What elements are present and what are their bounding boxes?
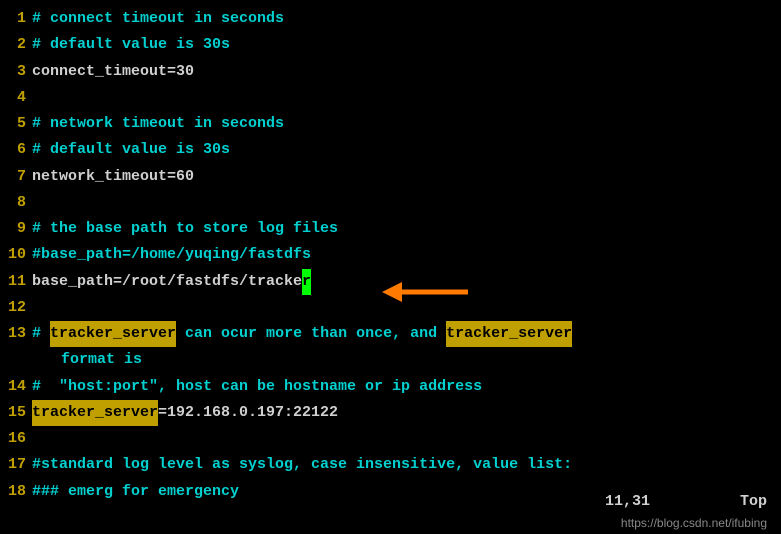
watermark: https://blog.csdn.net/ifubing [621,516,767,530]
line-number: 10 [0,242,32,268]
config-text: base_path=/root/fastdfs/tracke [32,269,302,295]
search-highlight: tracker_server [446,321,572,347]
comment-text: can ocur more than once, and [176,321,446,347]
config-text: network_timeout=60 [32,164,194,190]
code-line: 7 network_timeout=60 [0,164,781,190]
code-line: 3 connect_timeout=30 [0,59,781,85]
line-number: 4 [0,85,32,111]
line-number: 5 [0,111,32,137]
line-number: 8 [0,190,32,216]
code-line: 15 tracker_server=192.168.0.197:22122 [0,400,781,426]
search-highlight: tracker_server [50,321,176,347]
line-number: 17 [0,452,32,478]
code-line: 6 # default value is 30s [0,137,781,163]
line-number: 6 [0,137,32,163]
code-line: 10 #base_path=/home/yuqing/fastdfs [0,242,781,268]
code-line: 5 # network timeout in seconds [0,111,781,137]
code-line: 2 # default value is 30s [0,32,781,58]
comment-text: # "host:port", host can be hostname or i… [32,374,482,400]
line-number: 11 [0,269,32,295]
comment-text: # default value is 30s [32,32,230,58]
line-number: 1 [0,6,32,32]
line-number: 2 [0,32,32,58]
line-number: 18 [0,479,32,505]
code-line: 17 #standard log level as syslog, case i… [0,452,781,478]
comment-prefix: # [32,321,50,347]
comment-text: #base_path=/home/yuqing/fastdfs [32,242,311,268]
line-number: 9 [0,216,32,242]
cursor-position: 11,31 [605,493,650,510]
vim-status-bar: 11,31 Top [605,493,767,510]
config-text: =192.168.0.197:22122 [158,400,338,426]
code-line: 13 # tracker_server can ocur more than o… [0,321,781,347]
line-number: 12 [0,295,32,321]
config-text: connect_timeout=30 [32,59,194,85]
comment-text: # connect timeout in seconds [32,6,284,32]
line-number: 16 [0,426,32,452]
cursor: r [302,269,311,295]
vim-editor[interactable]: 1 # connect timeout in seconds 2 # defau… [0,0,781,505]
code-line: 4 [0,85,781,111]
comment-text: # the base path to store log files [32,216,338,242]
comment-text: ### emerg for emergency [32,479,239,505]
code-line: 14 # "host:port", host can be hostname o… [0,374,781,400]
comment-text: #standard log level as syslog, case inse… [32,452,572,478]
line-number: 15 [0,400,32,426]
code-line: 11 base_path=/root/fastdfs/tracker [0,269,781,295]
line-number: 13 [0,321,32,347]
scroll-position: Top [740,493,767,510]
line-number: 7 [0,164,32,190]
code-line: 8 [0,190,781,216]
code-line: 12 [0,295,781,321]
comment-text: # default value is 30s [32,137,230,163]
comment-text: # network timeout in seconds [32,111,284,137]
code-line: 9 # the base path to store log files [0,216,781,242]
line-number: 3 [0,59,32,85]
search-highlight: tracker_server [32,400,158,426]
code-line: 1 # connect timeout in seconds [0,6,781,32]
code-line: 16 [0,426,781,452]
comment-text: format is [52,347,142,373]
line-number: 14 [0,374,32,400]
code-line-continuation: format is [0,347,781,373]
